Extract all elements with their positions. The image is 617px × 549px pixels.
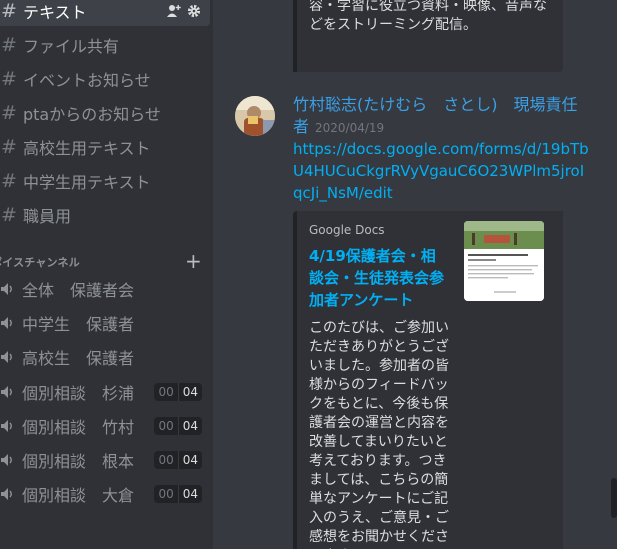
channel-item-text[interactable]: # テキスト [0, 0, 210, 26]
channel-item-high-school-text[interactable]: # 高校生用テキスト [0, 132, 210, 162]
speaker-icon [0, 282, 22, 296]
voice-channel-middle-parents[interactable]: 中学生 保護者 [0, 309, 210, 337]
voice-channel-label: 高校生 保護者 [22, 349, 135, 368]
user-limit: 04 [177, 417, 202, 435]
voice-channel-category[interactable]: ボイスチャンネル + [0, 249, 213, 273]
voice-channel-consult-nemoto[interactable]: 個別相談 根本 00 04 [0, 446, 210, 474]
speaker-icon [0, 419, 22, 433]
channel-label: テキスト [23, 3, 87, 22]
channel-item-middle-school-text[interactable]: # 中学生用テキスト [0, 166, 210, 196]
channel-actions [167, 4, 201, 18]
link-embed: Google Docs 4/19保護者会・相談会・生徒発表会参加者アンケート こ… [293, 211, 563, 549]
hash-icon: # [1, 0, 17, 22]
hash-icon: # [1, 170, 17, 192]
voice-channel-label: 個別相談 根本 [22, 452, 135, 471]
voice-channel-label: 個別相談 大倉 [22, 486, 135, 505]
channel-item-staff[interactable]: # 職員用 [0, 200, 210, 230]
user-count: 00 [154, 417, 178, 435]
category-label: ボイスチャンネル [0, 256, 80, 269]
channel-label: 中学生用テキスト [23, 173, 151, 192]
gear-icon[interactable] [187, 4, 201, 18]
embed-description: このたびは、ご参加いただきありがとうございました。参加者の皆様からのフィードバッ… [309, 320, 449, 549]
channel-label: ファイル共有 [23, 37, 120, 56]
user-count: 00 [154, 451, 178, 469]
avatar[interactable] [235, 96, 275, 136]
hash-icon: # [1, 34, 17, 56]
channel-label: イベントお知らせ [23, 71, 151, 90]
channel-sidebar: # テキスト # ファイル共有 # イベントお知らせ # ptaからのお知らせ … [0, 0, 213, 549]
channel-label: ptaからのお知らせ [23, 105, 161, 124]
add-channel-icon[interactable]: + [185, 249, 202, 273]
embed-description: 容・学習に役立つ資料・映像、音声などをストリーミング配信。 [309, 0, 547, 33]
user-limit-badge: 00 04 [154, 451, 202, 469]
voice-channel-label: 中学生 保護者 [22, 315, 135, 334]
hash-icon: # [1, 204, 17, 226]
user-limit: 04 [177, 451, 202, 469]
user-count: 00 [154, 383, 178, 401]
channel-item-file-share[interactable]: # ファイル共有 [0, 30, 210, 60]
hash-icon: # [1, 136, 17, 158]
channel-label: 高校生用テキスト [23, 139, 151, 158]
embed-provider: Google Docs [309, 223, 385, 237]
voice-channel-consult-okura[interactable]: 個別相談 大倉 00 04 [0, 480, 210, 508]
voice-channel-all-parents[interactable]: 全体 保護者会 [0, 275, 210, 303]
user-limit: 04 [177, 383, 202, 401]
voice-channel-consult-sugiura[interactable]: 個別相談 杉浦 00 04 [0, 378, 210, 406]
user-limit-badge: 00 04 [154, 417, 202, 435]
add-member-icon[interactable] [167, 4, 181, 18]
scrollbar[interactable] [611, 478, 617, 518]
hash-icon: # [1, 102, 17, 124]
speaker-icon [0, 316, 22, 330]
speaker-icon [0, 385, 22, 399]
embed-title[interactable]: 4/19保護者会・相談会・生徒発表会参加者アンケート [309, 245, 445, 311]
user-limit-badge: 00 04 [154, 485, 202, 503]
speaker-icon [0, 487, 22, 501]
channel-item-event-news[interactable]: # イベントお知らせ [0, 64, 210, 94]
user-count: 00 [154, 485, 178, 503]
embed-thumbnail[interactable] [464, 221, 544, 301]
message-area: 容・学習に役立つ資料・映像、音声などをストリーミング配信。 竹村聡志(たけむら … [213, 0, 617, 549]
user-limit: 04 [177, 485, 202, 503]
user-limit-badge: 00 04 [154, 383, 202, 401]
voice-channel-high-parents[interactable]: 高校生 保護者 [0, 343, 210, 371]
speaker-icon [0, 350, 22, 364]
voice-channel-label: 個別相談 杉浦 [22, 384, 135, 403]
voice-channel-label: 全体 保護者会 [22, 281, 135, 300]
channel-label: 職員用 [23, 207, 72, 226]
message-timestamp: 2020/04/19 [315, 121, 385, 135]
speaker-icon [0, 453, 22, 467]
voice-channel-consult-takemura[interactable]: 個別相談 竹村 00 04 [0, 412, 210, 440]
voice-channel-label: 個別相談 竹村 [22, 418, 135, 437]
previous-embed: 容・学習に役立つ資料・映像、音声などをストリーミング配信。 [293, 0, 563, 72]
message-header: 竹村聡志(たけむら さとし) 現場責任者 2020/04/19 [293, 94, 593, 139]
hash-icon: # [1, 68, 17, 90]
message-link[interactable]: https://docs.google.com/forms/d/19bTbU4H… [293, 138, 593, 204]
channel-item-pta-news[interactable]: # ptaからのお知らせ [0, 98, 210, 128]
